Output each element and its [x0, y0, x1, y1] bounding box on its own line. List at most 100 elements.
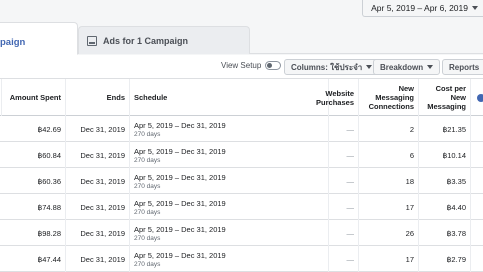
table-row[interactable]: ฿60.84 Dec 31, 2019 Apr 5, 2019 – Dec 31, … [0, 142, 483, 168]
column-new-messaging-label-1: New [398, 84, 414, 93]
column-ends-label: Ends [106, 93, 125, 102]
cell-schedule-duration: 270 days [134, 156, 161, 164]
column-schedule-label: Schedule [134, 93, 168, 102]
column-header-website-purchases[interactable]: Website Purchases [316, 79, 359, 116]
add-column-icon[interactable] [477, 94, 483, 102]
breakdown-button[interactable]: Breakdown [373, 59, 441, 75]
cell-amount-spent: ฿74.88 [2, 194, 66, 220]
cell-schedule-value: Apr 5, 2019 – Dec 31, 2019 [134, 224, 226, 234]
column-website-purchases-label-2: Purchases [316, 97, 354, 107]
cell-amount-spent: ฿47.44 [2, 246, 66, 272]
column-new-messaging-label-3: Connections [368, 102, 414, 111]
cell-website-purchases: — [329, 246, 359, 272]
cell-schedule: Apr 5, 2019 – Dec 31, 2019 270 days [130, 142, 329, 168]
table-header: Amount Spent Ends Schedule Website Purch… [0, 79, 483, 116]
cell-schedule-value: Apr 5, 2019 – Dec 31, 2019 [134, 250, 226, 260]
column-header-cost-per-messaging[interactable]: Cost per New Messaging [419, 79, 471, 116]
columns-label: Columns: ใช้ประจำ [291, 62, 363, 72]
cell-ends: Dec 31, 2019 [66, 116, 130, 142]
table-row[interactable]: ฿42.69 Dec 31, 2019 Apr 5, 2019 – Dec 31, … [0, 116, 483, 142]
cell-new-messaging-value: 2 [409, 124, 414, 134]
tab-ads[interactable]: Ads for 1 Campaign [78, 26, 250, 54]
cell-new-messaging: 17 [359, 246, 419, 272]
cell-website-purchases-value: — [346, 254, 355, 264]
chevron-down-icon [366, 65, 373, 69]
cell-amount-spent-value: ฿98.28 [37, 228, 61, 238]
cell-new-messaging: 17 [359, 194, 419, 220]
date-range-label: Apr 5, 2019 – Apr 6, 2019 [371, 3, 468, 13]
cell-website-purchases-value: — [346, 176, 355, 186]
column-new-messaging-label-2: Messaging [375, 93, 414, 102]
cell-new-messaging-value: 17 [405, 202, 414, 212]
cell-cost-per-messaging-value: ฿10.14 [442, 150, 466, 160]
view-setup-control[interactable]: View Setup [221, 61, 282, 70]
cell-new-messaging-value: 26 [405, 228, 414, 238]
table-toolbar: View Setup Columns: ใช้ประจำ Breakdown R… [0, 55, 483, 78]
cell-schedule-value: Apr 5, 2019 – Dec 31, 2019 [134, 120, 226, 130]
view-setup-toggle[interactable] [265, 61, 282, 70]
cell-schedule: Apr 5, 2019 – Dec 31, 2019 270 days [130, 116, 329, 142]
cell-website-purchases: — [329, 168, 359, 194]
cell-website-purchases: — [329, 142, 359, 168]
cell-schedule-duration: 270 days [134, 208, 161, 216]
cell-cost-per-messaging: ฿3.78 [419, 220, 471, 246]
column-header-schedule[interactable]: Schedule [130, 79, 329, 116]
cell-ends-value: Dec 31, 2019 [80, 176, 125, 186]
cell-schedule-value: Apr 5, 2019 – Dec 31, 2019 [134, 146, 226, 156]
cell-schedule: Apr 5, 2019 – Dec 31, 2019 270 days [130, 168, 329, 194]
cell-website-purchases-value: — [346, 202, 355, 212]
cell-amount-spent: ฿60.36 [2, 168, 66, 194]
tab-campaigns-label: paign [0, 37, 26, 48]
cell-amount-spent: ฿60.84 [2, 142, 66, 168]
cell-cost-per-messaging: ฿3.35 [419, 168, 471, 194]
column-header-amount-spent[interactable]: Amount Spent [2, 79, 66, 116]
cell-cost-per-messaging-value: ฿3.78 [446, 228, 466, 238]
column-header-new-messaging[interactable]: New Messaging Connections [359, 79, 419, 116]
cell-website-purchases-value: — [346, 124, 355, 134]
cell-cost-per-messaging-value: ฿2.79 [446, 254, 466, 264]
cell-cost-per-messaging: ฿10.14 [419, 142, 471, 168]
cell-schedule: Apr 5, 2019 – Dec 31, 2019 270 days [130, 194, 329, 220]
cell-schedule: Apr 5, 2019 – Dec 31, 2019 270 days [130, 220, 329, 246]
view-setup-label: View Setup [221, 61, 262, 70]
cell-amount-spent: ฿42.69 [2, 116, 66, 142]
reports-label: Reports [449, 62, 480, 72]
cell-website-purchases: — [329, 220, 359, 246]
cell-schedule-value: Apr 5, 2019 – Dec 31, 2019 [134, 172, 226, 182]
cell-website-purchases-value: — [346, 228, 355, 238]
tab-ads-label: Ads for 1 Campaign [103, 35, 189, 46]
cell-cost-per-messaging: ฿21.35 [419, 116, 471, 142]
date-range-picker[interactable]: Apr 5, 2019 – Apr 6, 2019 [362, 0, 483, 17]
cell-schedule-duration: 270 days [134, 234, 161, 242]
column-cost-per-label-2: New [450, 93, 466, 102]
cell-new-messaging: 18 [359, 168, 419, 194]
cell-ends-value: Dec 31, 2019 [80, 202, 125, 212]
table-row[interactable]: ฿60.36 Dec 31, 2019 Apr 5, 2019 – Dec 31, … [0, 168, 483, 194]
cell-website-purchases-value: — [346, 150, 355, 160]
ad-icon [87, 35, 97, 46]
cell-ends: Dec 31, 2019 [66, 142, 130, 168]
cell-amount-spent-value: ฿60.84 [37, 150, 61, 160]
cell-new-messaging-value: 17 [405, 254, 414, 264]
column-header-ends[interactable]: Ends [66, 79, 130, 116]
breakdown-label: Breakdown [380, 62, 424, 72]
cell-website-purchases: — [329, 116, 359, 142]
tab-campaigns[interactable]: paign [0, 22, 78, 55]
table-row[interactable]: ฿47.44 Dec 31, 2019 Apr 5, 2019 – Dec 31, … [0, 246, 483, 272]
cell-amount-spent-value: ฿74.88 [37, 202, 61, 212]
cell-new-messaging: 2 [359, 116, 419, 142]
cell-amount-spent-value: ฿60.36 [37, 176, 61, 186]
columns-button[interactable]: Columns: ใช้ประจำ [284, 59, 380, 75]
table-row[interactable]: ฿74.88 Dec 31, 2019 Apr 5, 2019 – Dec 31, … [0, 194, 483, 220]
column-cost-per-label-3: Messaging [427, 102, 466, 111]
cell-new-messaging-value: 18 [405, 176, 414, 186]
cell-website-purchases: — [329, 194, 359, 220]
cell-cost-per-messaging-value: ฿3.35 [446, 176, 466, 186]
tab-strip: paign Ads for 1 Campaign [0, 22, 483, 55]
cell-schedule-duration: 270 days [134, 182, 161, 190]
cell-schedule-value: Apr 5, 2019 – Dec 31, 2019 [134, 198, 226, 208]
table-row[interactable]: ฿98.28 Dec 31, 2019 Apr 5, 2019 – Dec 31, … [0, 220, 483, 246]
cell-amount-spent-value: ฿47.44 [37, 254, 61, 264]
cell-ends: Dec 31, 2019 [66, 220, 130, 246]
reports-button[interactable]: Reports [442, 59, 483, 75]
